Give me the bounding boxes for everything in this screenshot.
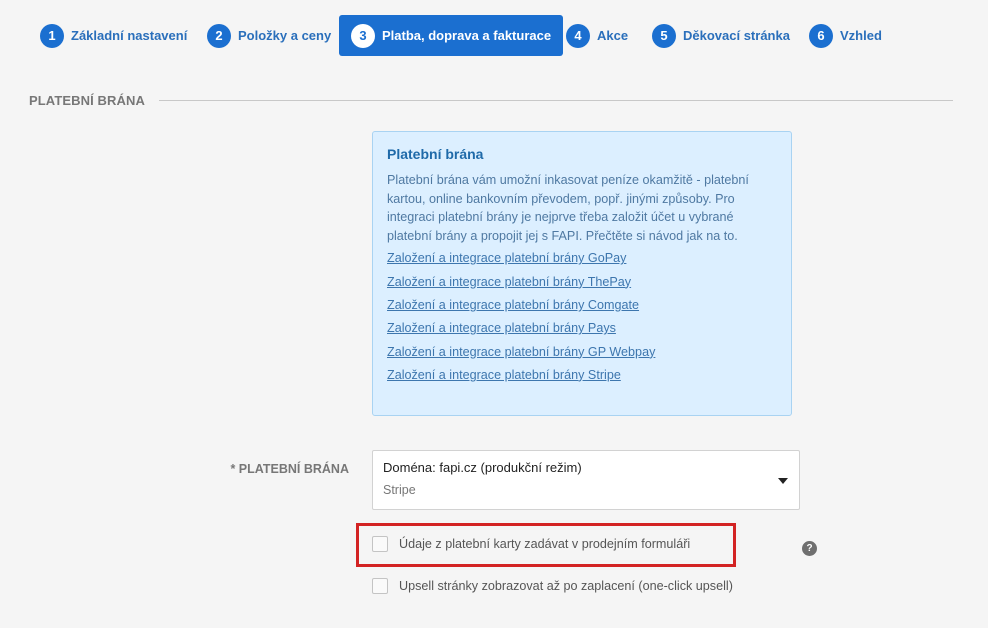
step-polozky-a-ceny[interactable]: 2 Položky a ceny <box>207 15 331 56</box>
section-divider <box>159 99 953 101</box>
one-click-upsell-option[interactable]: Upsell stránky zobrazovat až po zaplacen… <box>372 578 733 594</box>
select-value-provider: Stripe <box>383 483 416 497</box>
step-label: Položky a ceny <box>238 28 332 43</box>
step-akce[interactable]: 4 Akce <box>566 15 628 56</box>
info-links: Založení a integrace platební brány GoPa… <box>387 247 777 387</box>
link-gp-webpay[interactable]: Založení a integrace platební brány GP W… <box>387 341 777 364</box>
payment-gateway-label: * PLATEBNÍ BRÁNA <box>230 462 349 476</box>
checkbox-label: Údaje z platební karty zadávat v prodejn… <box>399 537 691 551</box>
step-label: Vzhled <box>840 28 882 43</box>
info-title: Platební brána <box>387 146 484 162</box>
link-comgate[interactable]: Založení a integrace platební brány Comg… <box>387 294 777 317</box>
card-details-checkbox[interactable] <box>372 536 388 552</box>
section-title: PLATEBNÍ BRÁNA <box>29 92 145 108</box>
help-icon[interactable]: ? <box>802 541 817 556</box>
checkbox-label: Upsell stránky zobrazovat až po zaplacen… <box>399 579 733 593</box>
link-thepay[interactable]: Založení a integrace platební brány TheP… <box>387 271 777 294</box>
step-label: Akce <box>597 28 629 43</box>
step-number: 4 <box>566 23 590 48</box>
link-stripe[interactable]: Založení a integrace platební brány Stri… <box>387 364 777 387</box>
step-label: Děkovací stránka <box>683 28 790 43</box>
step-number: 3 <box>351 23 375 48</box>
step-vzhled[interactable]: 6 Vzhled <box>809 15 882 56</box>
step-zakladni-nastaveni[interactable]: 1 Základní nastavení <box>40 15 187 56</box>
step-number: 1 <box>40 23 64 48</box>
card-details-in-form-option[interactable]: Údaje z platební karty zadávat v prodejn… <box>372 536 690 552</box>
step-label: Platba, doprava a fakturace <box>382 28 552 43</box>
step-label: Základní nastavení <box>71 28 188 43</box>
info-text: Platební brána vám umožní inkasovat pení… <box>387 173 749 243</box>
caret-down-icon <box>778 478 788 484</box>
step-number: 2 <box>207 23 231 48</box>
upsell-checkbox[interactable] <box>372 578 388 594</box>
link-gopay[interactable]: Založení a integrace platební brány GoPa… <box>387 247 777 270</box>
wizard-steps: 1 Základní nastavení 2 Položky a ceny 3 … <box>40 15 940 56</box>
select-value-domain: Doména: fapi.cz (produkční režim) <box>383 460 582 475</box>
step-number: 6 <box>809 23 833 48</box>
step-platba-doprava-fakturace[interactable]: 3 Platba, doprava a fakturace <box>339 15 564 56</box>
payment-gateway-select[interactable]: Doména: fapi.cz (produkční režim) Stripe <box>372 450 800 510</box>
step-number: 5 <box>652 23 676 48</box>
step-dekovaci-stranka[interactable]: 5 Děkovací stránka <box>652 15 790 56</box>
info-box: Platební brána Platební brána vám umožní… <box>372 131 792 416</box>
section-heading: PLATEBNÍ BRÁNA <box>29 91 953 109</box>
link-pays[interactable]: Založení a integrace platební brány Pays <box>387 317 777 340</box>
